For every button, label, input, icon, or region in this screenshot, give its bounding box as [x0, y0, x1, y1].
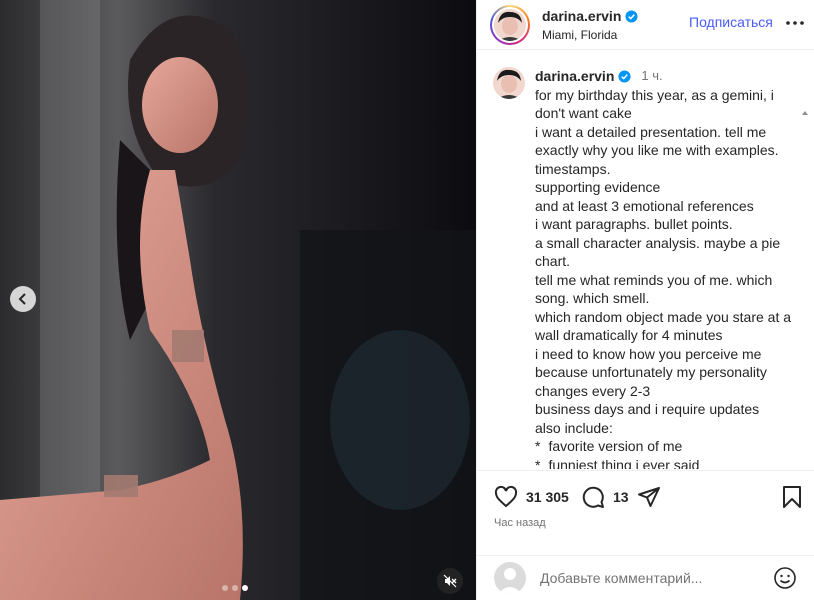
caption-line: and at least 3 emotional references: [535, 197, 754, 214]
comment-button[interactable]: 13: [581, 485, 629, 509]
comment-count[interactable]: 13: [613, 489, 629, 505]
avatar: [494, 8, 526, 41]
carousel-dot-active: [242, 585, 248, 591]
caption-line: a small character analysis. maybe a pie …: [535, 234, 781, 270]
like-count[interactable]: 31 305: [526, 489, 569, 505]
verified-badge-icon: [618, 70, 631, 83]
chevron-left-icon: [18, 293, 26, 305]
post-timestamp[interactable]: Час назад: [494, 517, 546, 529]
post-media[interactable]: [0, 0, 476, 600]
caption-line: i want a detailed presentation. tell me …: [535, 123, 779, 159]
post-side-panel: darina.ervin Miami, Florida Подписаться …: [476, 0, 814, 600]
speaker-muted-icon: [443, 574, 457, 588]
caption-line: i need to know how you perceive me becau…: [535, 345, 767, 399]
carousel-dots: [222, 585, 248, 591]
header-username[interactable]: darina.ervin: [542, 8, 621, 25]
story-ring[interactable]: [490, 4, 530, 45]
mute-toggle-button[interactable]: [437, 568, 463, 594]
caption-line: i want paragraphs. bullet points.: [535, 216, 733, 232]
caption-line: also include:: [535, 419, 613, 436]
caption-time[interactable]: 1 ч.: [641, 67, 662, 86]
more-horizontal-icon: [786, 21, 804, 25]
comment-bubble-icon: [582, 486, 604, 508]
default-user-icon: [498, 568, 522, 594]
caption-bullet: favorite version of me: [535, 437, 797, 456]
paper-plane-icon: [638, 487, 660, 507]
caption-line: business days and i require updates: [535, 401, 760, 417]
save-button[interactable]: [782, 485, 802, 509]
caption-line: tell me what reminds you of me. which so…: [535, 271, 773, 307]
bookmark-icon: [783, 486, 801, 508]
verified-badge-icon: [625, 10, 638, 23]
smiley-icon: [774, 567, 796, 589]
caption-line: for my birthday this year, as a gemini, …: [535, 86, 774, 122]
caption-scroll-area[interactable]: darina.ervin 1 ч. for my birthday this y…: [477, 51, 814, 469]
caption-line: supporting evidence: [535, 179, 661, 195]
viewer-avatar: [494, 562, 526, 594]
header-location[interactable]: Miami, Florida: [542, 28, 638, 42]
like-button[interactable]: 31 305: [494, 485, 569, 509]
post-photo: [0, 0, 476, 600]
caption-text: darina.ervin 1 ч. for my birthday this y…: [535, 67, 797, 469]
caption-avatar[interactable]: [493, 67, 525, 99]
heart-icon: [494, 485, 518, 508]
caption-line: timestamps.: [535, 160, 611, 177]
caption-line: which random object made you stare at a …: [535, 308, 792, 344]
emoji-button[interactable]: [773, 566, 797, 595]
more-options-button[interactable]: [785, 13, 805, 38]
caption-scrollbar[interactable]: [802, 109, 808, 469]
share-button[interactable]: [637, 485, 661, 509]
carousel-dot: [222, 585, 228, 591]
follow-button[interactable]: Подписаться: [689, 14, 773, 30]
caption-username[interactable]: darina.ervin: [535, 67, 614, 86]
comment-input[interactable]: [540, 570, 760, 586]
carousel-dot: [232, 585, 238, 591]
comment-bar: [477, 555, 814, 600]
post-header: darina.ervin Miami, Florida Подписаться: [477, 0, 814, 50]
previous-slide-button[interactable]: [10, 286, 36, 312]
caption-bullet: funniest thing i ever said: [535, 456, 797, 470]
